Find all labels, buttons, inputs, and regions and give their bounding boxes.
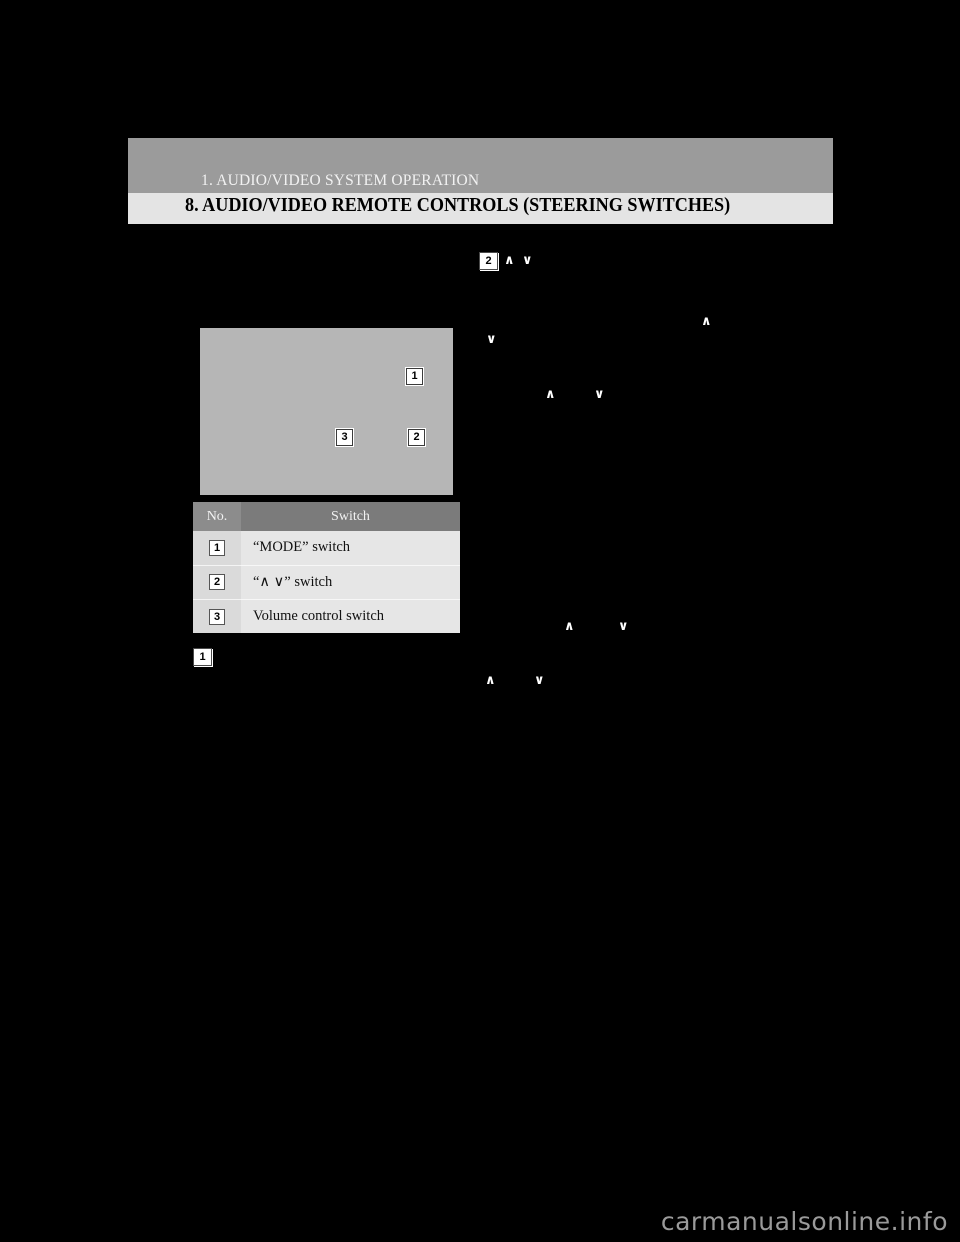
page-header: 1. AUDIO/VIDEO SYSTEM OPERATION 8. AUDIO…: [128, 138, 833, 224]
table-cell-switch: “∧ ∨” switch: [241, 565, 460, 600]
table-header-no: No.: [193, 502, 241, 531]
table-header-switch: Switch: [241, 502, 460, 531]
seek-up-arrow-glyph: ∧: [701, 314, 712, 329]
table-row: 2 “∧ ∨” switch: [193, 565, 460, 600]
body-step-badge-1: 1: [193, 648, 212, 666]
row-number-badge: 3: [209, 608, 225, 625]
seek-up-arrow-glyph: ∧: [504, 253, 515, 268]
page-title: 8. AUDIO/VIDEO REMOTE CONTROLS (STEERING…: [185, 195, 731, 216]
illustration-callout-2: 2: [408, 429, 425, 446]
title-band: 8. AUDIO/VIDEO REMOTE CONTROLS (STEERING…: [128, 193, 833, 224]
table-cell-no: 3: [193, 599, 241, 633]
table-row: 3 Volume control switch: [193, 599, 460, 633]
table-row: 1 “MODE” switch: [193, 531, 460, 566]
seek-down-arrow-glyph: ∨: [594, 387, 605, 402]
illustration-callout-3: 3: [336, 429, 353, 446]
table-header-row: No. Switch: [193, 502, 460, 531]
body-step-badge-2: 2: [479, 252, 498, 270]
illustration-callout-1: 1: [406, 368, 423, 385]
table-cell-no: 1: [193, 531, 241, 566]
seek-up-arrow-glyph: ∧: [564, 619, 575, 634]
manual-page: 1. AUDIO/VIDEO SYSTEM OPERATION 8. AUDIO…: [0, 0, 960, 1242]
seek-down-arrow-glyph: ∨: [486, 332, 497, 347]
section-label: 1. AUDIO/VIDEO SYSTEM OPERATION: [201, 172, 480, 189]
seek-down-arrow-glyph: ∨: [522, 253, 533, 268]
section-band: 1. AUDIO/VIDEO SYSTEM OPERATION: [128, 138, 833, 193]
steering-switch-illustration: 1 3 2: [200, 328, 453, 495]
site-watermark: carmanualsonline.info: [660, 1207, 948, 1236]
seek-up-arrow-glyph: ∧: [485, 673, 496, 688]
row-number-badge: 1: [209, 540, 225, 557]
seek-down-arrow-glyph: ∨: [534, 673, 545, 688]
seek-up-arrow-glyph: ∧: [545, 387, 556, 402]
table-cell-switch: Volume control switch: [241, 599, 460, 633]
switch-reference-table: No. Switch 1 “MODE” switch 2 “∧ ∨” switc…: [193, 502, 460, 633]
table-cell-no: 2: [193, 565, 241, 600]
seek-down-arrow-glyph: ∨: [618, 619, 629, 634]
row-number-badge: 2: [209, 574, 225, 591]
table-cell-switch: “MODE” switch: [241, 531, 460, 566]
